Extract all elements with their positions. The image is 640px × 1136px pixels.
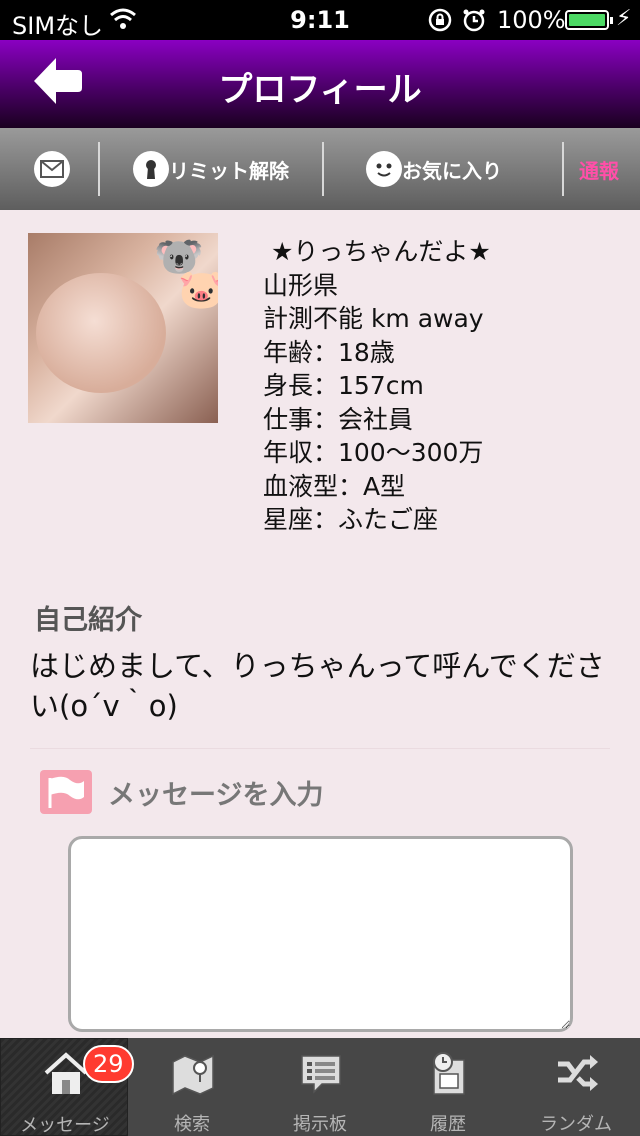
mail-button[interactable]: [34, 128, 70, 210]
nav-bar: プロフィール: [0, 40, 640, 128]
board-icon: [301, 1055, 341, 1094]
section-divider: [30, 748, 610, 749]
history-icon: [433, 1052, 465, 1095]
page-title: プロフィール: [218, 70, 422, 110]
profile-location: 山形県: [263, 270, 339, 300]
status-bar: SIMなし 9:11 100% ⚡: [0, 0, 640, 40]
profile-distance: 計測不能 km away: [263, 304, 484, 333]
favorite-button[interactable]: お気に入り: [366, 128, 502, 210]
profile-zodiac: 星座：ふたご座: [263, 505, 439, 534]
envelope-icon: [34, 151, 70, 187]
profile-height: 身長：157cm: [263, 371, 424, 400]
limit-release-button[interactable]: リミット解除: [133, 128, 289, 210]
battery-icon: [565, 10, 613, 30]
tab-label: 検索: [174, 1114, 210, 1135]
tab-label: メッセージ: [20, 1115, 110, 1136]
profile-toolbar: リミット解除 お気に入り 通報: [0, 128, 640, 210]
profile-photo[interactable]: 🐨 🐷: [28, 233, 218, 423]
tab-label: ランダム: [540, 1114, 612, 1135]
charging-icon: ⚡: [616, 6, 632, 31]
alarm-icon: [462, 8, 486, 38]
house-icon: [44, 1052, 88, 1094]
message-label: メッセージを入力: [108, 779, 324, 811]
tab-search[interactable]: 検索: [128, 1038, 256, 1136]
report-button[interactable]: 通報: [579, 128, 619, 210]
profile-blood-type: 血液型：A型: [263, 471, 406, 501]
tab-random[interactable]: ランダム: [512, 1038, 640, 1136]
smiley-icon: [366, 151, 402, 187]
pig-icon: 🐷: [178, 267, 218, 311]
profile-info: ★りっちゃんだよ★ 山形県 計測不能 km away 年齢：18歳 身長：157…: [263, 235, 491, 537]
shuffle-icon: [558, 1055, 598, 1091]
tab-history[interactable]: 履歴: [384, 1038, 512, 1136]
tab-bar: 29 メッセージ 検索 掲示板 履歴 ランダム: [0, 1038, 640, 1136]
tab-label: 履歴: [430, 1114, 466, 1135]
profile-job: 仕事：会社員: [263, 404, 414, 434]
intro-heading: 自己紹介: [34, 605, 142, 636]
profile-age: 年齢：18歳: [263, 337, 395, 367]
favorite-label: お気に入り: [402, 158, 502, 183]
report-label: 通報: [579, 158, 619, 183]
profile-income: 年収：100～300万: [263, 438, 484, 467]
rotation-lock-icon: [428, 8, 452, 38]
keyhole-icon: [133, 151, 169, 187]
battery-percent: 100%: [497, 6, 566, 34]
tab-message[interactable]: 29 メッセージ: [0, 1038, 134, 1136]
profile-name: ★りっちゃんだよ★: [271, 237, 491, 266]
message-input[interactable]: [68, 836, 573, 1032]
map-icon: [172, 1054, 214, 1096]
face-image: [36, 273, 166, 393]
tab-board[interactable]: 掲示板: [256, 1038, 384, 1136]
toolbar-divider: [322, 142, 324, 196]
tab-label: 掲示板: [293, 1114, 347, 1135]
flag-icon: [40, 770, 92, 814]
toolbar-divider: [98, 142, 100, 196]
limit-release-label: リミット解除: [169, 158, 289, 183]
message-header: メッセージを入力: [40, 770, 323, 814]
intro-text: はじめまして、りっちゃんって呼んでください(o´v｀o): [30, 649, 605, 723]
toolbar-divider: [562, 142, 564, 196]
message-count-badge: 29: [83, 1045, 134, 1083]
